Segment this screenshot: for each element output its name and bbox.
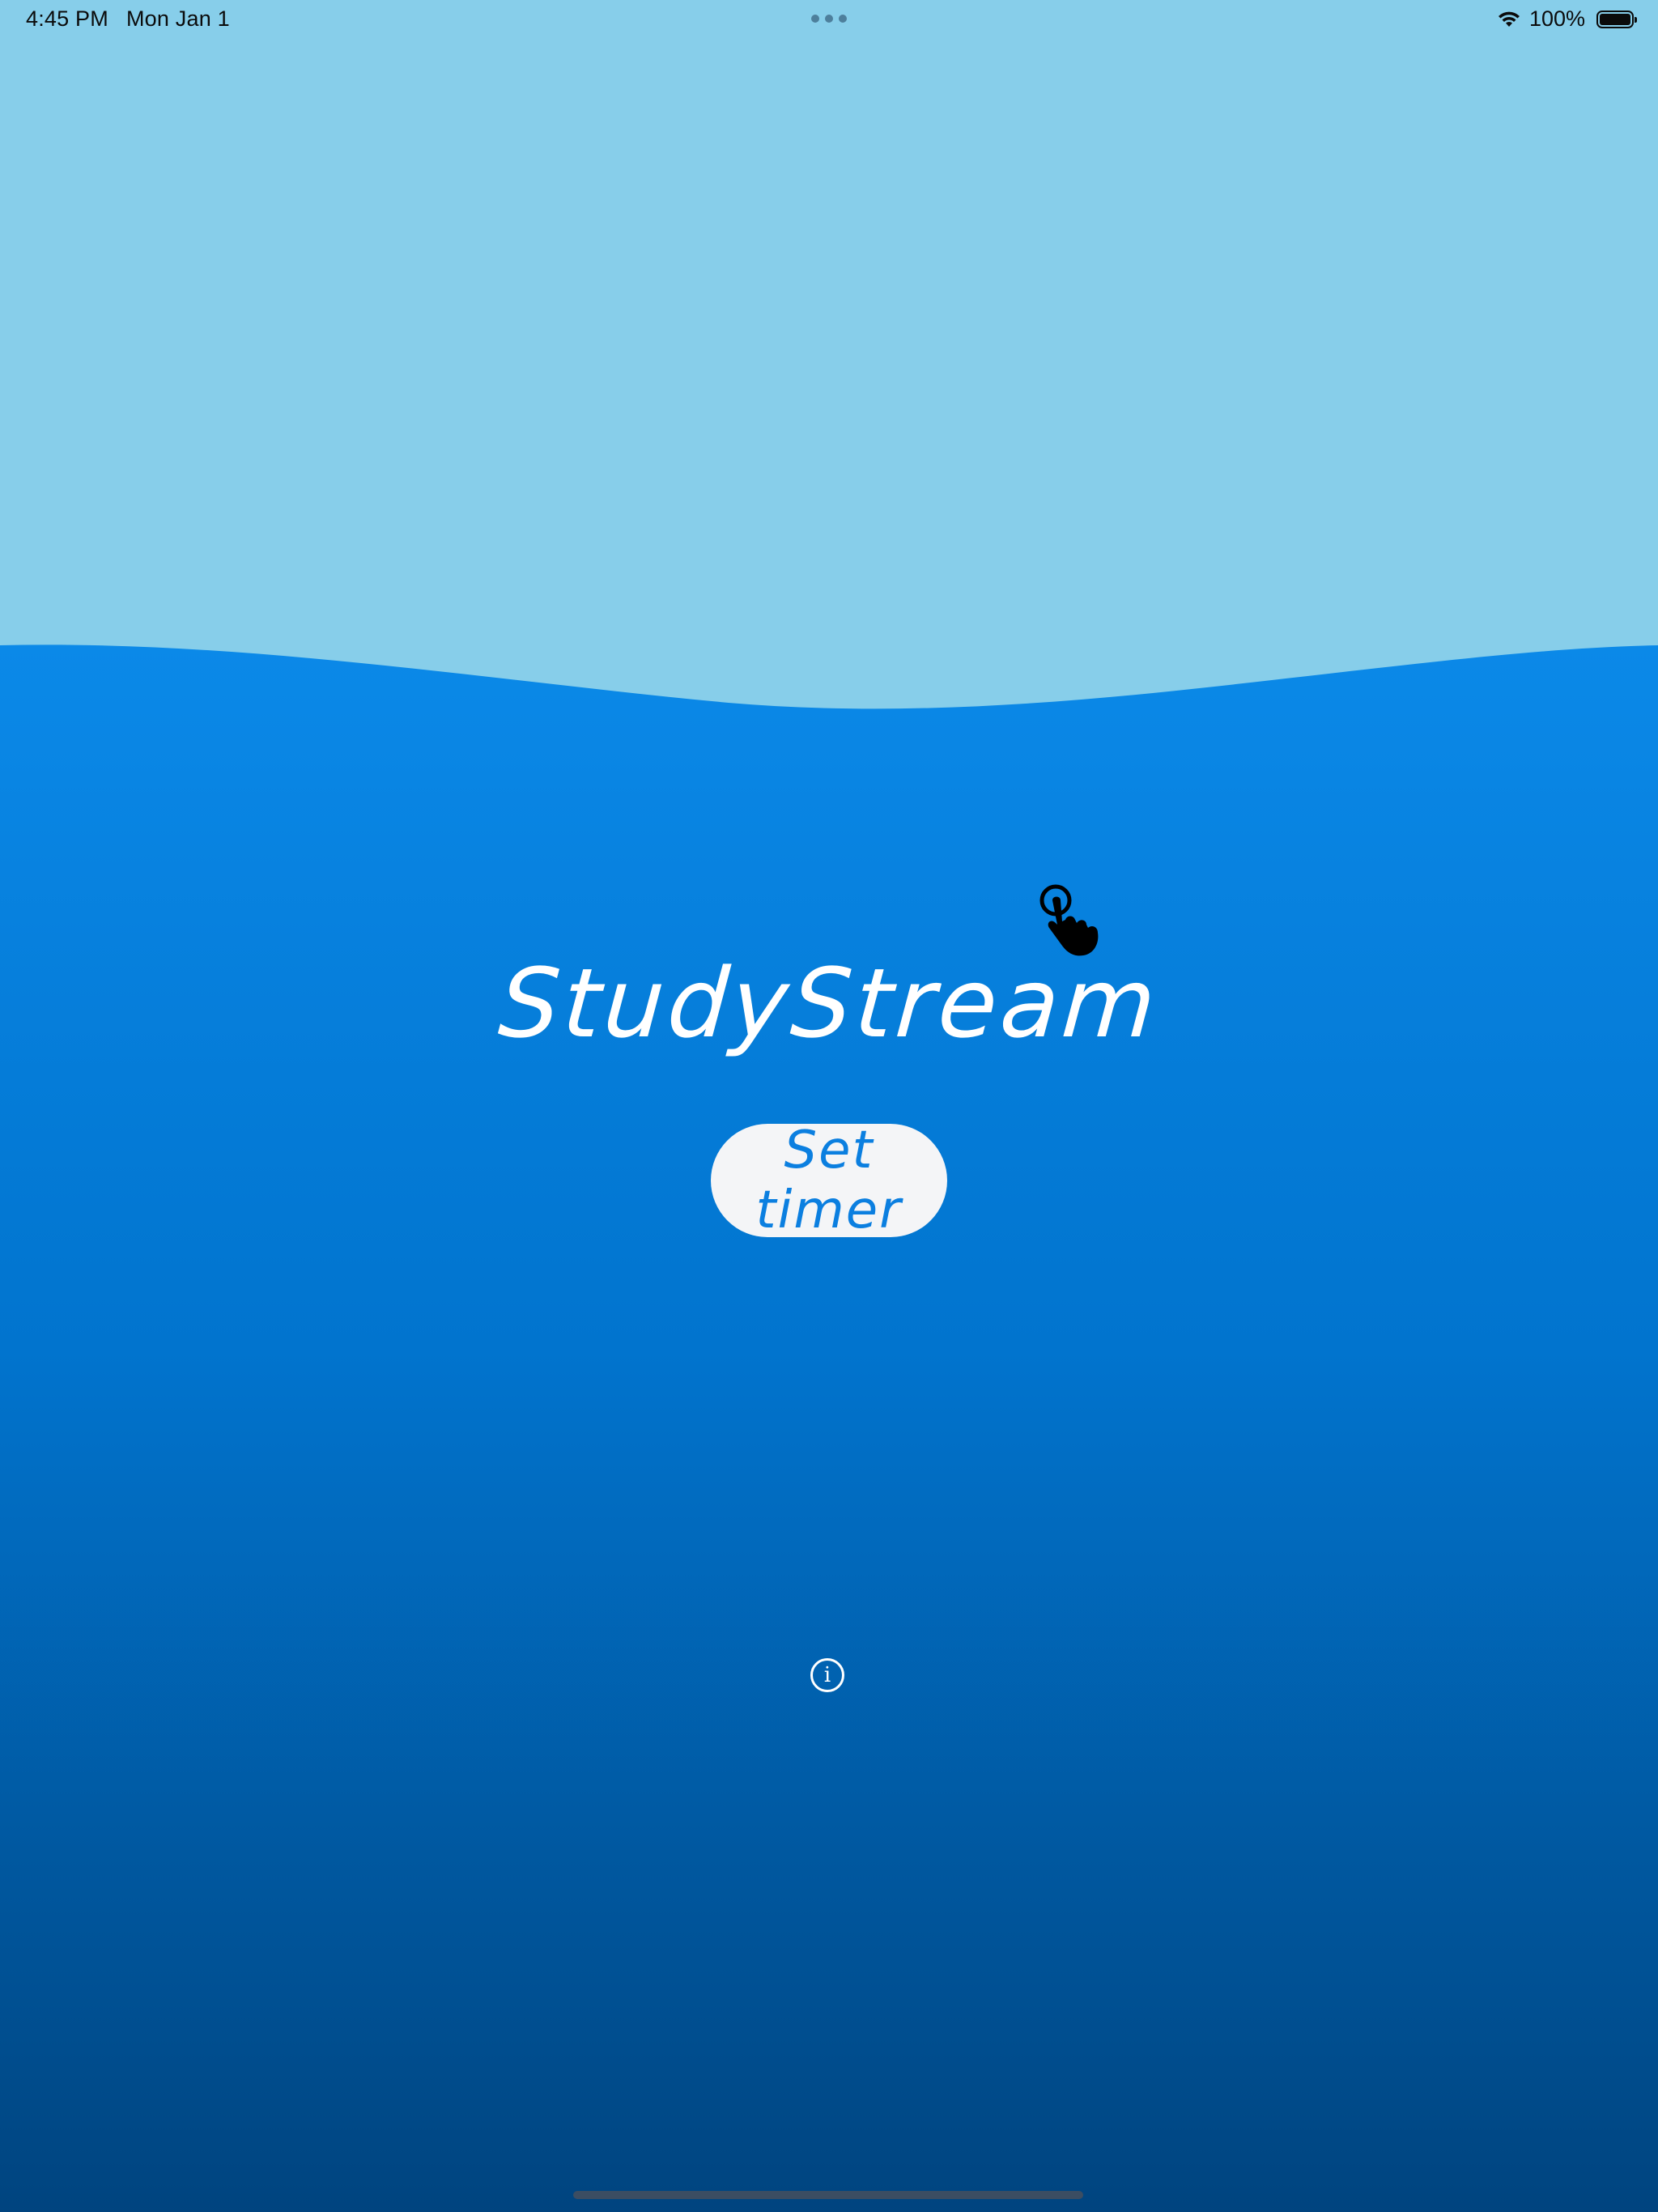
home-indicator[interactable] bbox=[573, 2191, 1083, 2199]
multitasking-dots-icon[interactable] bbox=[811, 15, 847, 23]
app-title: StudyStream bbox=[495, 947, 1163, 1059]
info-icon[interactable]: i bbox=[810, 1658, 844, 1692]
battery-fill bbox=[1600, 13, 1630, 25]
battery-icon bbox=[1596, 10, 1637, 28]
status-date: Mon Jan 1 bbox=[125, 6, 230, 31]
wave-surface bbox=[0, 644, 1658, 2212]
water-background bbox=[0, 644, 1658, 2212]
set-timer-button[interactable]: Set timer bbox=[711, 1121, 947, 1240]
wifi-icon bbox=[1498, 11, 1520, 27]
status-bar: 4:45 PM Mon Jan 1 100% bbox=[0, 0, 1658, 39]
battery-percent: 100% bbox=[1528, 6, 1585, 31]
status-right: 100% bbox=[1497, 6, 1637, 32]
pointer-hand-icon bbox=[1039, 884, 1099, 956]
status-time: 4:45 PM bbox=[26, 6, 108, 31]
status-left: 4:45 PM Mon Jan 1 bbox=[26, 6, 230, 32]
